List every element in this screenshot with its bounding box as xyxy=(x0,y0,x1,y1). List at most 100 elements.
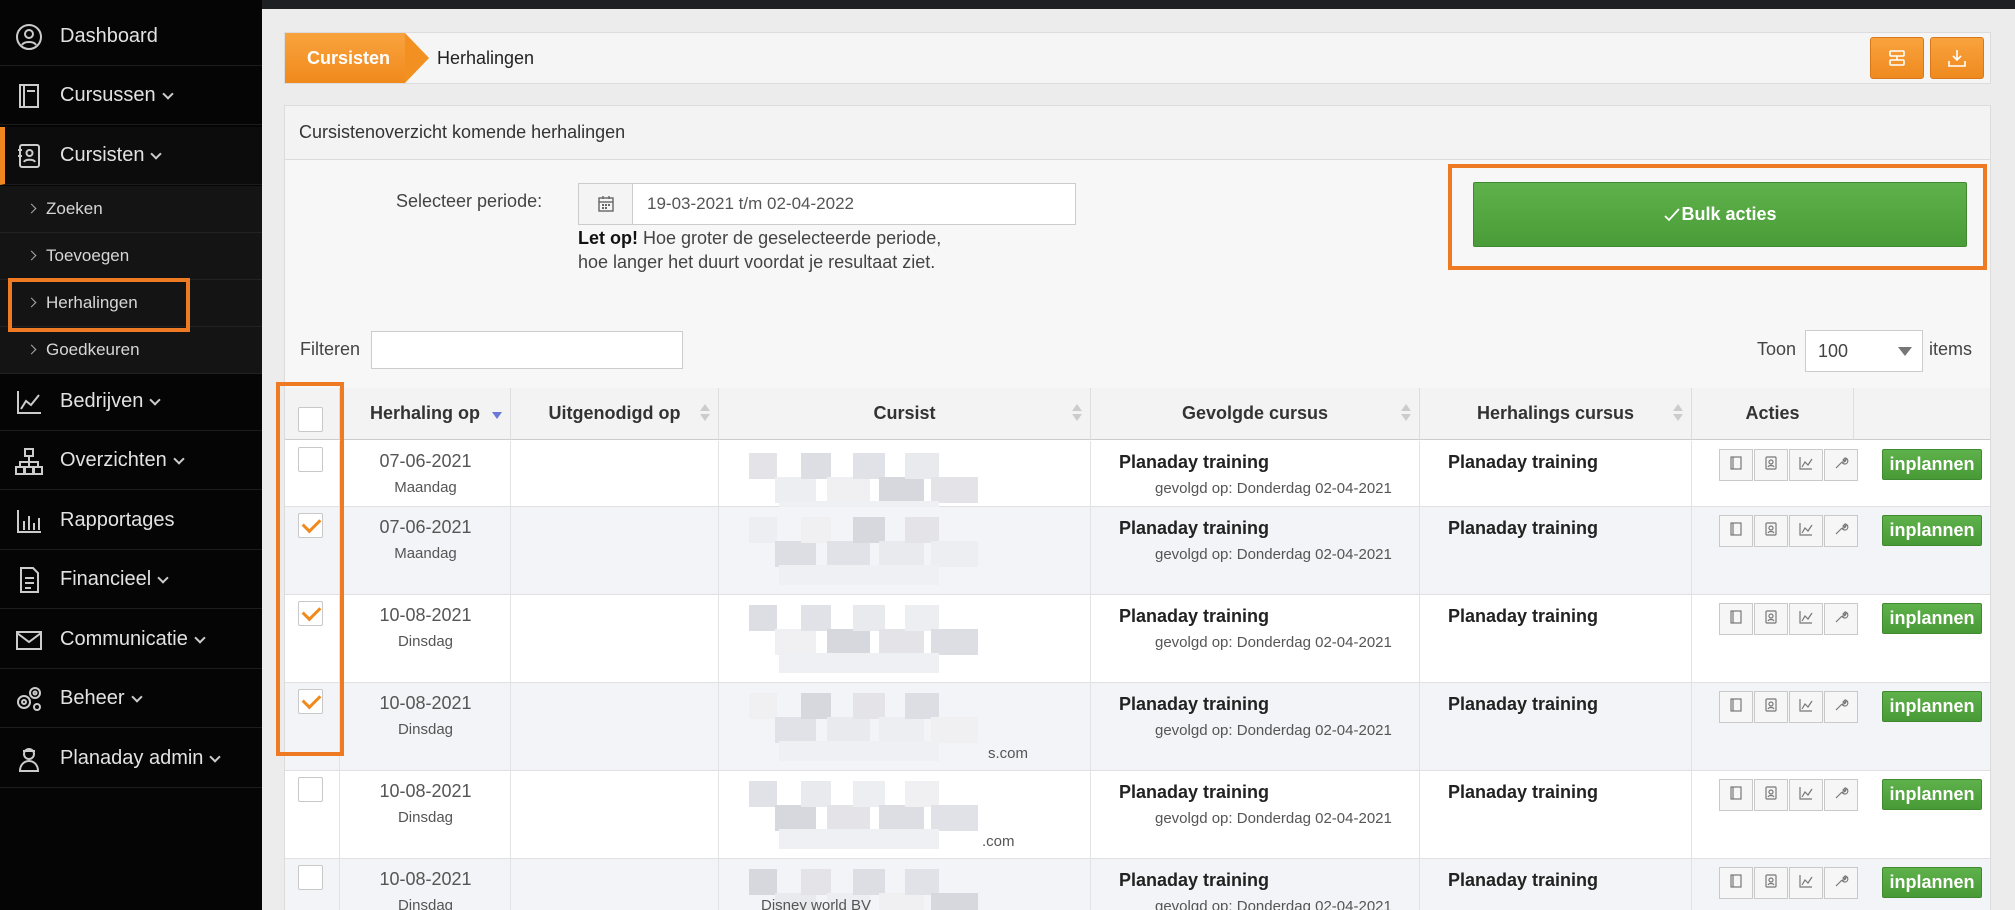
admin-user-icon xyxy=(18,748,40,772)
sidebar: Dashboard Cursussen Cursisten Zoeken Toe… xyxy=(0,0,262,910)
filter-button[interactable] xyxy=(1870,37,1924,79)
col-acties: Acties xyxy=(1692,388,1854,440)
id-card-action-button[interactable] xyxy=(1754,515,1788,547)
wrench-action-button[interactable] xyxy=(1824,867,1858,899)
row-checkbox[interactable] xyxy=(298,865,323,890)
wrench-icon xyxy=(1833,785,1849,806)
repeat-day: Maandag xyxy=(394,545,457,562)
wrench-action-button[interactable] xyxy=(1824,779,1858,811)
cell-divider xyxy=(1691,771,1692,858)
sidebar-item-label: Planaday admin xyxy=(60,747,204,769)
book-action-button[interactable] xyxy=(1719,449,1753,481)
blurred-cursist-block xyxy=(749,517,777,543)
chart-action-button[interactable] xyxy=(1789,779,1823,811)
plan-button[interactable]: inplannen xyxy=(1882,515,1982,546)
sort-icon xyxy=(1673,402,1683,424)
col-herhalings-cursus[interactable]: Herhalings cursus xyxy=(1420,388,1692,440)
blurred-cursist-block xyxy=(879,477,924,503)
row-checkbox[interactable] xyxy=(298,777,323,802)
book-action-button[interactable] xyxy=(1719,515,1753,547)
plan-button[interactable]: inplannen xyxy=(1882,779,1982,810)
download-button[interactable] xyxy=(1930,37,1984,79)
sidebar-item-cursussen[interactable]: Cursussen xyxy=(0,67,262,125)
sidebar-subitem-zoeken[interactable]: Zoeken xyxy=(0,186,262,233)
plan-button[interactable]: inplannen xyxy=(1882,449,1982,480)
period-input[interactable]: 19-03-2021 t/m 02-04-2022 xyxy=(578,183,1076,225)
wrench-icon xyxy=(1833,609,1849,630)
chart-action-button[interactable] xyxy=(1789,867,1823,899)
filter-input[interactable] xyxy=(371,331,683,369)
chart-action-button[interactable] xyxy=(1789,691,1823,723)
sidebar-item-cursisten[interactable]: Cursisten xyxy=(0,127,262,185)
blurred-cursist-block xyxy=(905,517,939,543)
filter-label: Filteren xyxy=(300,339,361,359)
table-row: 07-06-2021 Maandag Planaday training gevolg… xyxy=(285,441,1990,521)
blurred-cursist-block xyxy=(801,605,831,631)
followed-course: Planaday training xyxy=(1119,452,1270,472)
wrench-icon xyxy=(1833,873,1849,894)
col-uitgenodigd-op[interactable]: Uitgenodigd op xyxy=(511,388,719,440)
sidebar-subitem-goedkeuren[interactable]: Goedkeuren xyxy=(0,327,262,374)
cell-divider xyxy=(718,683,719,770)
cell-divider xyxy=(1419,595,1420,682)
sidebar-item-financieel[interactable]: Financieel xyxy=(0,551,262,609)
id-card-action-button[interactable] xyxy=(1754,867,1788,899)
id-card-action-button[interactable] xyxy=(1754,779,1788,811)
wrench-action-button[interactable] xyxy=(1824,515,1858,547)
id-card-action-button[interactable] xyxy=(1754,449,1788,481)
plan-button[interactable]: inplannen xyxy=(1882,603,1982,634)
followed-course: Planaday training xyxy=(1119,870,1270,890)
repeat-course: Planaday training xyxy=(1448,782,1599,802)
chart-icon xyxy=(1798,785,1814,806)
wrench-action-button[interactable] xyxy=(1824,449,1858,481)
sidebar-item-rapportages[interactable]: Rapportages xyxy=(0,492,262,550)
followed-date: gevolgd op: Donderdag 02-04-2021 xyxy=(1155,810,1392,827)
chart-icon xyxy=(1798,873,1814,894)
calendar-icon[interactable] xyxy=(579,184,633,224)
id-card-action-button[interactable] xyxy=(1754,603,1788,635)
col-plan xyxy=(1854,388,1990,440)
sidebar-item-communicatie[interactable]: Communicatie xyxy=(0,611,262,669)
sort-icon xyxy=(1401,402,1411,424)
wrench-icon xyxy=(1833,521,1849,542)
col-herhaling-op[interactable]: Herhaling op xyxy=(340,388,511,440)
wrench-action-button[interactable] xyxy=(1824,691,1858,723)
book-icon xyxy=(1728,785,1744,806)
followed-course: Planaday training xyxy=(1119,694,1270,714)
book-action-button[interactable] xyxy=(1719,603,1753,635)
blurred-cursist-block xyxy=(853,693,885,719)
items-label: items xyxy=(1929,339,1973,359)
repeat-course: Planaday training xyxy=(1448,518,1599,538)
followed-date: gevolgd op: Donderdag 02-04-2021 xyxy=(1155,634,1392,651)
sidebar-item-bedrijven[interactable]: Bedrijven xyxy=(0,373,262,431)
plan-button[interactable]: inplannen xyxy=(1882,691,1982,722)
sidebar-item-beheer[interactable]: Beheer xyxy=(0,670,262,728)
sort-desc-icon xyxy=(492,402,502,424)
breadcrumb-parent[interactable]: Cursisten xyxy=(285,33,429,83)
book-action-button[interactable] xyxy=(1719,691,1753,723)
sidebar-item-label: Dashboard xyxy=(60,25,158,47)
sidebar-item-overzichten[interactable]: Overzichten xyxy=(0,432,262,490)
chart-action-button[interactable] xyxy=(1789,603,1823,635)
col-gevolgde-cursus[interactable]: Gevolgde cursus xyxy=(1091,388,1420,440)
blurred-cursist-block xyxy=(879,805,924,831)
chart-action-button[interactable] xyxy=(1789,449,1823,481)
sidebar-item-dashboard[interactable]: Dashboard xyxy=(0,8,262,66)
chart-action-button[interactable] xyxy=(1789,515,1823,547)
book-action-button[interactable] xyxy=(1719,867,1753,899)
plan-button[interactable]: inplannen xyxy=(1882,867,1982,898)
page-size-select[interactable]: 100 xyxy=(1805,330,1923,372)
sidebar-subitem-toevoegen[interactable]: Toevoegen xyxy=(0,233,262,280)
wrench-action-button[interactable] xyxy=(1824,603,1858,635)
blurred-cursist-block xyxy=(801,693,831,719)
cell-divider xyxy=(1691,507,1692,594)
show-label: Toon xyxy=(1757,339,1797,359)
col-cursist[interactable]: Cursist xyxy=(719,388,1091,440)
followed-course: Planaday training xyxy=(1119,518,1270,538)
hierarchy-icon xyxy=(15,448,43,475)
id-card-action-button[interactable] xyxy=(1754,691,1788,723)
repeat-day: Dinsdag xyxy=(397,633,454,650)
sidebar-item-planaday-admin[interactable]: Planaday admin xyxy=(0,730,262,788)
book-action-button[interactable] xyxy=(1719,779,1753,811)
followed-date: gevolgd op: Donderdag 02-04-2021 xyxy=(1155,480,1392,497)
